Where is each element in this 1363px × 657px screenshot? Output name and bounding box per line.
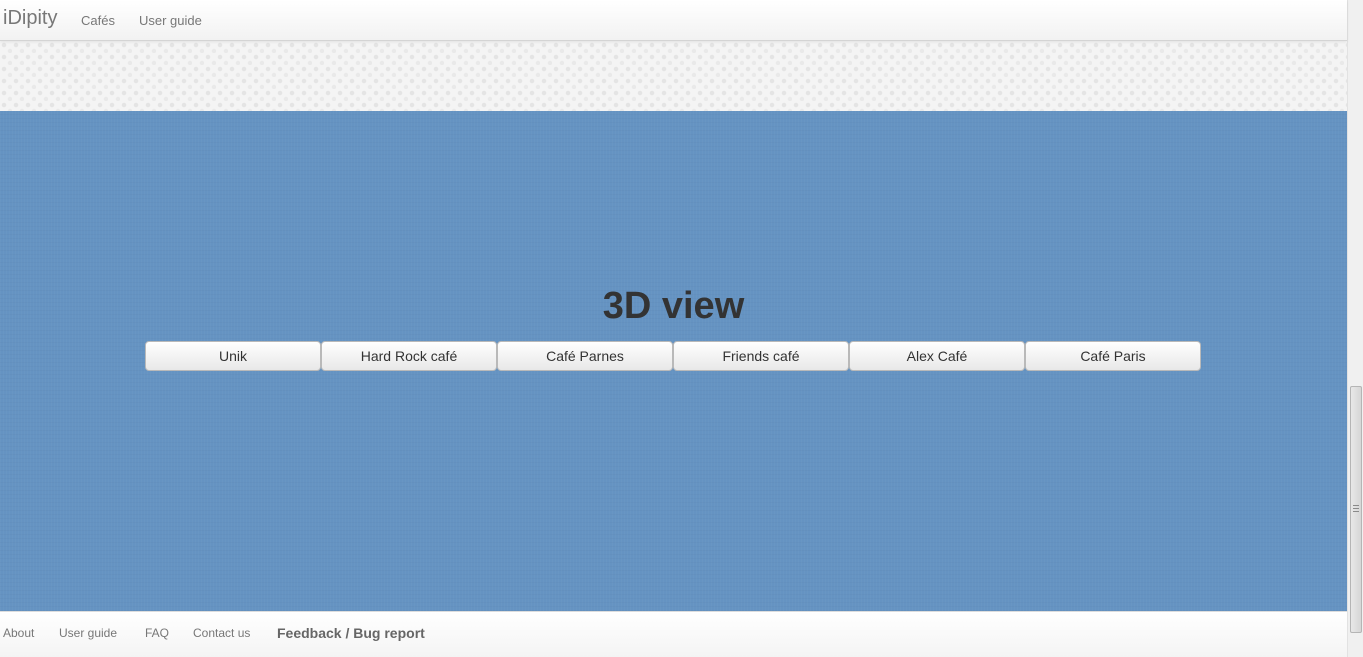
cafe-button-cafe-parnes[interactable]: Café Parnes [497, 341, 673, 371]
cafe-button-hard-rock-cafe[interactable]: Hard Rock café [321, 341, 497, 371]
3d-view-stage[interactable]: 3D view Unik Hard Rock café Café Parnes … [0, 111, 1347, 611]
scrollbar-thumb[interactable] [1350, 386, 1362, 633]
footer-link-feedback[interactable]: Feedback / Bug report [277, 625, 425, 641]
footer: About User guide FAQ Contact us Feedback… [0, 611, 1347, 657]
top-navbar: iDipity Cafés User guide [0, 0, 1347, 41]
brand-logo-link[interactable]: iDipity [3, 7, 57, 30]
footer-link-about[interactable]: About [3, 626, 34, 640]
nav-link-cafes[interactable]: Cafés [81, 13, 115, 28]
cafe-button-alex-cafe[interactable]: Alex Café [849, 341, 1025, 371]
footer-link-faq[interactable]: FAQ [145, 626, 169, 640]
content-area: iDipity Cafés User guide 3D view Unik Ha… [0, 0, 1347, 657]
cafe-button-friends-cafe[interactable]: Friends café [673, 341, 849, 371]
decorative-pattern-strip [0, 41, 1347, 111]
cafe-button-cafe-paris[interactable]: Café Paris [1025, 341, 1201, 371]
page: iDipity Cafés User guide 3D view Unik Ha… [0, 0, 1363, 657]
footer-link-user-guide[interactable]: User guide [59, 626, 117, 640]
cafe-button-unik[interactable]: Unik [145, 341, 321, 371]
vertical-scrollbar[interactable] [1347, 0, 1363, 657]
nav-link-user-guide[interactable]: User guide [139, 13, 202, 28]
scrollbar-grip-icon [1353, 505, 1359, 512]
cafe-button-group: Unik Hard Rock café Café Parnes Friends … [145, 341, 1201, 371]
footer-link-contact[interactable]: Contact us [193, 626, 250, 640]
stage-title: 3D view [602, 285, 745, 327]
